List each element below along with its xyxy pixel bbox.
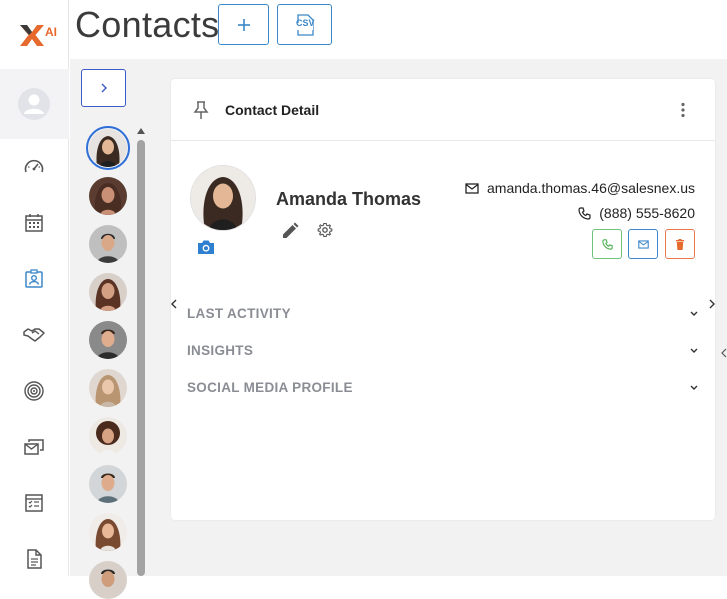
logo-ai-text: AI <box>45 25 57 39</box>
csv-button-label: CSV <box>296 18 315 28</box>
add-contact-button[interactable] <box>218 4 269 45</box>
logo-x-icon <box>20 25 44 46</box>
section-label: LAST ACTIVITY <box>187 306 291 321</box>
target-icon <box>24 381 44 401</box>
phone-icon <box>601 238 613 250</box>
edit-pencil-icon[interactable] <box>281 222 299 240</box>
contact-detail-card: Contact Detail Amanda Thomas amanda.thom… <box>171 79 715 520</box>
speedometer-icon <box>24 159 44 173</box>
call-button[interactable] <box>592 229 622 259</box>
sidebar-item-calendar[interactable] <box>22 211 46 235</box>
section-insights[interactable]: INSIGHTS <box>187 341 699 363</box>
user-avatar-icon <box>18 88 50 120</box>
sidebar-item-deals[interactable] <box>22 323 46 347</box>
phone-icon <box>578 206 591 220</box>
scroll-left-arrow-icon[interactable] <box>170 299 178 309</box>
csv-import-button[interactable]: CSV <box>277 4 332 45</box>
chevron-down-icon <box>690 385 698 390</box>
contact-avatar[interactable] <box>89 465 127 503</box>
contact-avatar[interactable] <box>89 321 127 359</box>
email-icon <box>465 182 479 194</box>
more-options-icon[interactable] <box>675 102 691 118</box>
left-nav: AI <box>0 0 69 576</box>
contact-avatar[interactable] <box>89 369 127 407</box>
contact-email-row: amanda.thomas.46@salesnex.us <box>465 180 695 196</box>
scroll-right-arrow-icon[interactable] <box>708 299 716 309</box>
sidebar-item-contacts[interactable] <box>22 267 46 291</box>
page-title: Contacts <box>75 4 220 45</box>
contact-avatar[interactable] <box>89 177 127 215</box>
contact-email[interactable]: amanda.thomas.46@salesnex.us <box>487 180 695 196</box>
app-logo[interactable]: AI <box>18 20 64 48</box>
section-social-media-profile[interactable]: SOCIAL MEDIA PROFILE <box>187 378 699 400</box>
delete-button[interactable] <box>665 229 695 259</box>
contact-avatar[interactable] <box>89 513 127 551</box>
settings-gear-icon[interactable] <box>317 222 333 238</box>
document-icon <box>27 549 42 569</box>
sidebar-item-campaigns[interactable] <box>22 435 46 459</box>
section-last-activity[interactable]: LAST ACTIVITY <box>187 304 699 326</box>
trash-icon <box>676 238 684 250</box>
contact-card-icon <box>25 269 43 288</box>
camera-icon[interactable] <box>197 239 215 255</box>
scroll-thumb[interactable] <box>137 140 145 576</box>
chevron-right-icon <box>101 83 107 93</box>
contact-avatar[interactable] <box>89 225 127 263</box>
chevron-down-icon <box>690 311 698 316</box>
contact-phone[interactable]: (888) 555-8620 <box>599 205 695 221</box>
calendar-icon <box>25 214 43 232</box>
contact-name: Amanda Thomas <box>276 189 422 209</box>
contact-avatar[interactable] <box>89 561 127 599</box>
contact-avatar[interactable] <box>89 273 127 311</box>
plus-icon <box>237 18 250 31</box>
contact-avatar[interactable] <box>86 126 130 170</box>
mail-stack-icon <box>24 439 44 455</box>
contact-avatar[interactable] <box>89 417 127 455</box>
expand-list-button[interactable] <box>81 69 126 107</box>
sidebar-item-dashboard[interactable] <box>22 155 46 179</box>
contact-photo <box>191 166 255 230</box>
sidebar-item-documents[interactable] <box>22 547 46 571</box>
sidebar-item-profile[interactable] <box>0 69 69 139</box>
scroll-up-arrow-icon[interactable] <box>137 128 145 134</box>
card-title: Contact Detail <box>225 102 320 118</box>
checklist-icon <box>25 494 43 512</box>
chevron-down-icon <box>690 348 698 353</box>
sidebar-item-goals[interactable] <box>22 379 46 403</box>
handshake-icon <box>23 328 45 342</box>
sidebar-item-checklist[interactable] <box>22 491 46 515</box>
email-icon <box>637 239 649 249</box>
contact-phone-row: (888) 555-8620 <box>578 205 695 221</box>
section-label: SOCIAL MEDIA PROFILE <box>187 380 353 395</box>
scroll-left-arrow-icon[interactable] <box>721 348 727 358</box>
pin-icon[interactable] <box>193 100 209 120</box>
avatar-list-scrollbar[interactable] <box>136 128 146 576</box>
section-label: INSIGHTS <box>187 343 254 358</box>
card-header: Contact Detail <box>171 79 715 141</box>
email-button[interactable] <box>628 229 658 259</box>
